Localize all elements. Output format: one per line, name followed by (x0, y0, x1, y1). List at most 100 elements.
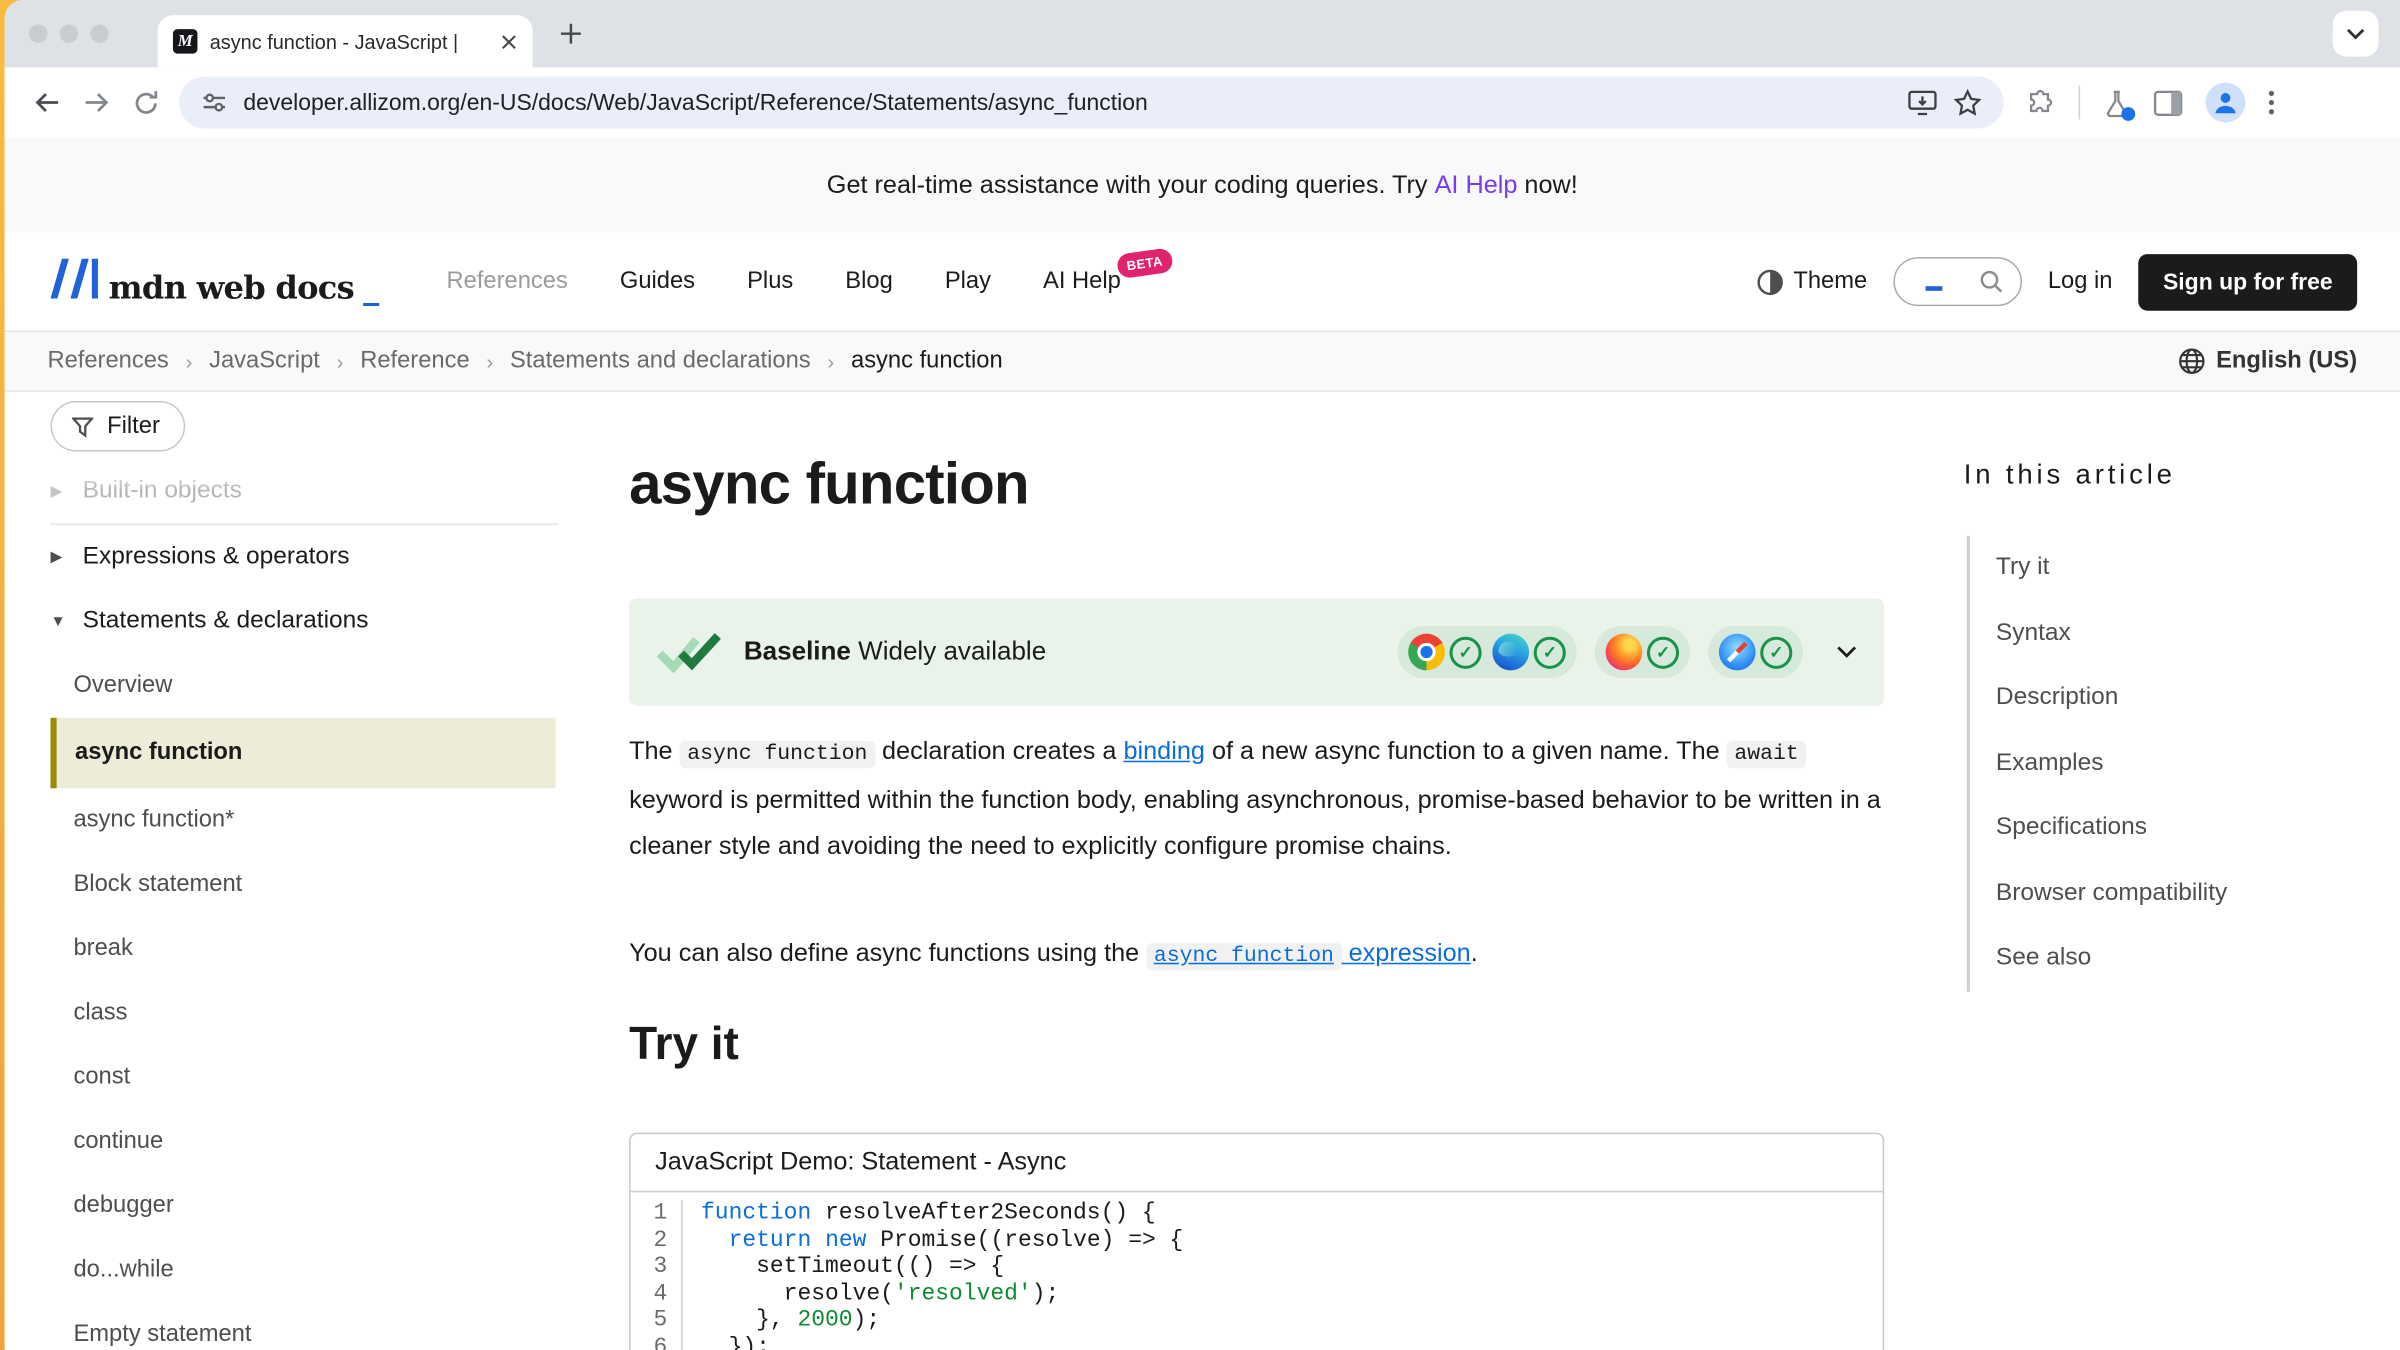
p1-text: of a new async function to a given name.… (1205, 738, 1727, 766)
doc-sidebar: Filter ▶Built-in objects▶Expressions & o… (51, 401, 559, 452)
flask-notification-dot (2121, 106, 2135, 120)
code-token: return (729, 1227, 812, 1253)
breadcrumb-bar: References›JavaScript›Reference›Statemen… (5, 332, 2400, 392)
nav-item-plus[interactable]: Plus (747, 268, 793, 296)
code-token: new (825, 1227, 866, 1253)
sidebar-section-expressions-operators[interactable]: ▶Expressions & operators (51, 525, 559, 589)
bookmark-star-icon[interactable] (1953, 88, 1982, 117)
code-token (701, 1227, 729, 1253)
promo-text-after: now! (1517, 171, 1577, 200)
sidebar-item-debugger[interactable]: debugger (51, 1174, 559, 1238)
expression-link-text[interactable]: expression (1342, 940, 1471, 968)
minimize-window-icon[interactable] (60, 24, 78, 42)
search-input[interactable] (1893, 257, 2022, 306)
code-line[interactable]: 3 setTimeout(() => { (631, 1254, 1883, 1281)
back-button[interactable] (23, 78, 72, 127)
site-info-icon[interactable] (201, 89, 229, 117)
breadcrumb-references[interactable]: References (47, 347, 168, 375)
sidebar-item-empty-statement[interactable]: Empty statement (51, 1303, 559, 1350)
language-switcher[interactable]: English (US) (2178, 347, 2357, 375)
forward-button[interactable] (72, 78, 121, 127)
login-link[interactable]: Log in (2048, 268, 2113, 296)
extensions-icon[interactable] (2027, 88, 2056, 117)
sidebar-item-async-function[interactable]: async function (51, 718, 556, 788)
theme-switcher[interactable]: Theme (1757, 268, 1868, 296)
sidebar-item-block-statement[interactable]: Block statement (51, 853, 559, 917)
tab-close-icon[interactable] (501, 33, 518, 50)
nav-item-ai-help[interactable]: AI HelpBETA (1043, 268, 1121, 296)
search-icon[interactable] (1979, 269, 2003, 293)
tab-strip: M async function - JavaScript | (5, 0, 2400, 67)
browser-support-pill (1708, 626, 1803, 678)
line-number: 1 (631, 1200, 683, 1227)
signup-button[interactable]: Sign up for free (2139, 253, 2358, 310)
breadcrumb-separator: › (828, 350, 835, 373)
toc-item-description[interactable]: Description (1996, 666, 2227, 731)
toc-item-see-also[interactable]: See also (1996, 926, 2227, 991)
browser-tab[interactable]: M async function - JavaScript | (158, 15, 533, 67)
labs-flask-icon[interactable] (2103, 88, 2131, 117)
sidebar-item-break[interactable]: break (51, 917, 559, 981)
nav-item-references[interactable]: References (447, 268, 568, 296)
code-line[interactable]: 1function resolveAfter2Seconds() { (631, 1200, 1883, 1227)
demo-title: JavaScript Demo: Statement - Async (631, 1134, 1883, 1192)
breadcrumb-async-function[interactable]: async function (851, 347, 1003, 375)
reload-button[interactable] (121, 78, 170, 127)
toolbar-divider (2079, 86, 2081, 120)
sidebar-section-label: Statements & declarations (83, 608, 369, 636)
sidebar-item-overview[interactable]: Overview (51, 654, 559, 718)
logo-text: mdn web docs (109, 267, 354, 305)
mdn-favicon-icon: M (173, 29, 197, 53)
nav-item-blog[interactable]: Blog (845, 268, 892, 296)
breadcrumb-javascript[interactable]: JavaScript (209, 347, 320, 375)
url-text[interactable]: developer.allizom.org/en-US/docs/Web/Jav… (243, 90, 1891, 116)
code-token: 'resolved' (894, 1281, 1032, 1307)
sidebar-section-built-in-objects[interactable]: ▶Built-in objects (51, 459, 559, 523)
mdn-logo[interactable]: mdn web docs_ (47, 258, 379, 305)
code-text: resolve('resolved'); (683, 1281, 1060, 1308)
filter-button[interactable]: Filter (51, 401, 186, 452)
breadcrumb-reference[interactable]: Reference (360, 347, 469, 375)
install-icon[interactable] (1907, 89, 1938, 117)
promo-banner: Get real-time assistance with your codin… (5, 138, 2400, 233)
inline-code-async-function-expr[interactable]: async function (1146, 943, 1341, 971)
line-number: 5 (631, 1308, 683, 1335)
nav-item-play[interactable]: Play (945, 268, 991, 296)
toc-item-syntax[interactable]: Syntax (1996, 601, 2227, 666)
code-editor[interactable]: 1function resolveAfter2Seconds() {2 retu… (631, 1192, 1883, 1350)
toc-item-specifications[interactable]: Specifications (1996, 796, 2227, 861)
sidebar-item-const[interactable]: const (51, 1045, 559, 1109)
toc-item-try-it[interactable]: Try it (1996, 536, 2227, 601)
toc-item-examples[interactable]: Examples (1996, 731, 2227, 796)
sidebar-item-class[interactable]: class (51, 981, 559, 1045)
menu-kebab-icon[interactable] (2268, 90, 2274, 114)
code-line[interactable]: 6 }); (631, 1335, 1883, 1350)
zoom-window-icon[interactable] (90, 24, 108, 42)
toc-item-browser-compatibility[interactable]: Browser compatibility (1996, 861, 2227, 926)
nav-item-guides[interactable]: Guides (620, 268, 695, 296)
breadcrumb-statements-and-declarations[interactable]: Statements and declarations (510, 347, 811, 375)
safari-support (1719, 634, 1792, 671)
tab-search-button[interactable] (2333, 11, 2379, 57)
sidebar-section-statements-declarations[interactable]: ▼Statements & declarations (51, 589, 559, 653)
async-function-expression-link[interactable]: async function expression (1146, 940, 1471, 968)
tryit-heading: Try it (629, 1019, 739, 1071)
sidebar-item-do-while[interactable]: do...while (51, 1238, 559, 1302)
promo-text-before: Get real-time assistance with your codin… (827, 171, 1435, 200)
beta-badge: BETA (1115, 247, 1173, 279)
side-panel-icon[interactable] (2154, 90, 2183, 116)
code-line[interactable]: 4 resolve('resolved'); (631, 1281, 1883, 1308)
new-tab-button[interactable] (556, 18, 587, 49)
sidebar-item-async-function[interactable]: async function* (51, 788, 559, 852)
sidebar-item-continue[interactable]: continue (51, 1110, 559, 1174)
profile-avatar[interactable] (2206, 83, 2246, 123)
window-controls[interactable] (29, 24, 109, 42)
code-line[interactable]: 2 return new Promise((resolve) => { (631, 1227, 1883, 1254)
url-bar[interactable]: developer.allizom.org/en-US/docs/Web/Jav… (179, 77, 2003, 129)
promo-ai-help-link[interactable]: AI Help (1435, 171, 1518, 200)
language-label: English (US) (2216, 347, 2357, 375)
code-line[interactable]: 5 }, 2000); (631, 1308, 1883, 1335)
baseline-expand-button[interactable] (1837, 646, 1857, 658)
binding-link[interactable]: binding (1123, 738, 1204, 766)
close-window-icon[interactable] (29, 24, 47, 42)
